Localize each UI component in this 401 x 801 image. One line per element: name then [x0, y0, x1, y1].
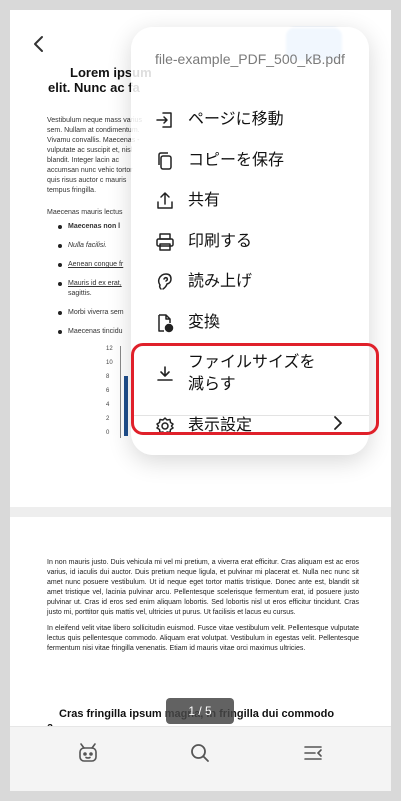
menu-file-name: file-example_PDF_500_kB.pdf — [155, 51, 345, 67]
go-to-page-icon — [155, 110, 175, 130]
chart-tick: 2 — [106, 416, 110, 422]
convert-icon — [155, 313, 175, 333]
pdf-page-2: In non mauris justo. Duis vehicula mi ve… — [47, 558, 359, 660]
document-paragraph: In non mauris justo. Duis vehicula mi ve… — [47, 559, 359, 616]
page-indicator: 1 / 5 — [166, 698, 234, 724]
app-screen: Lorem ipsum elit. Nunc ac fa Vestibulum … — [10, 10, 391, 791]
chart-tick: 8 — [106, 374, 110, 380]
menu-item-print[interactable]: 印刷する — [131, 222, 369, 262]
print-icon — [155, 232, 175, 252]
robot-icon[interactable] — [76, 741, 100, 765]
menu-item-read-aloud[interactable]: 読み上げ — [131, 262, 369, 302]
back-arrow-icon[interactable] — [32, 34, 50, 56]
read-aloud-icon — [155, 272, 175, 292]
chart-bar — [124, 376, 128, 436]
chart-axis — [120, 346, 121, 438]
chart-tick: 6 — [106, 388, 110, 394]
chart-tick: 10 — [106, 360, 113, 366]
highlight-box — [131, 343, 379, 435]
menu-item-go-to-page[interactable]: ページに移動 — [131, 100, 369, 140]
chart-tick: 12 — [106, 346, 113, 352]
copy-icon — [155, 151, 175, 171]
bottom-toolbar — [10, 726, 391, 791]
menu-collapse-icon[interactable] — [301, 741, 325, 765]
menu-item-share[interactable]: 共有 — [131, 181, 369, 221]
menu-item-convert[interactable]: 変換 — [131, 303, 369, 343]
page-separator — [10, 507, 391, 517]
document-paragraph: In eleifend velit vitae libero sollicitu… — [47, 625, 359, 652]
chart-tick: 4 — [106, 402, 110, 408]
search-icon[interactable] — [188, 741, 212, 765]
share-icon — [155, 191, 175, 211]
menu-item-save-copy[interactable]: コピーを保存 — [131, 141, 369, 181]
chart-tick: 0 — [106, 430, 110, 436]
